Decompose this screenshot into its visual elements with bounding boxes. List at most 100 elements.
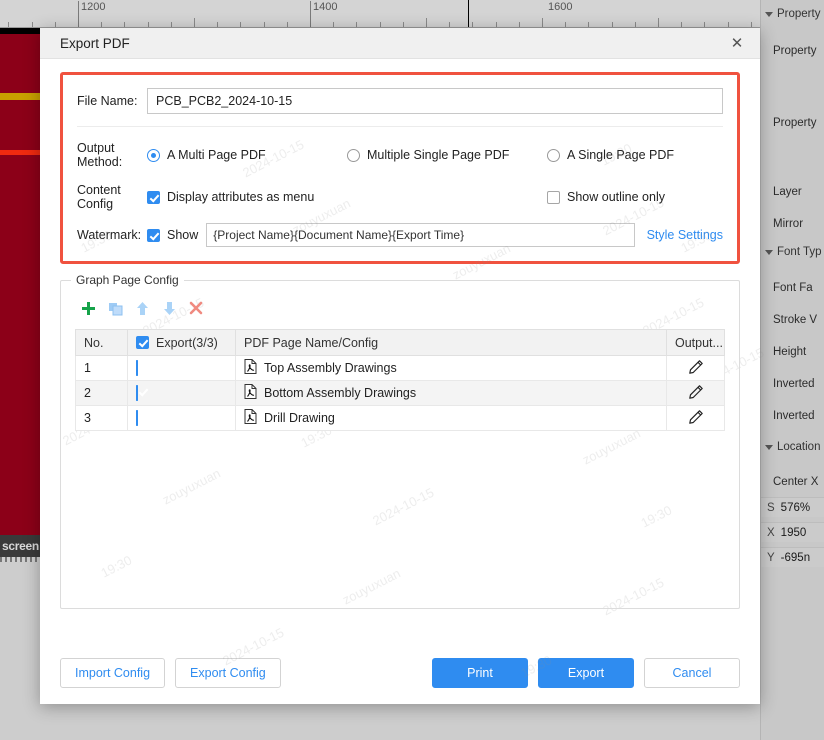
cell-output[interactable] — [666, 355, 725, 381]
dialog-title-bar: Export PDF ✕ — [40, 28, 760, 59]
ruler-tick — [635, 22, 636, 27]
export-button[interactable]: Export — [538, 658, 634, 688]
ruler-tick — [356, 22, 357, 27]
sidebar-field-y[interactable]: Y -695n — [761, 547, 824, 567]
print-button[interactable]: Print — [432, 658, 528, 688]
checkbox-export-row[interactable] — [136, 385, 138, 401]
sidebar-group-label: Property — [777, 8, 821, 20]
move-down-icon[interactable] — [160, 299, 178, 317]
cell-no: 3 — [75, 405, 128, 431]
move-up-icon[interactable] — [133, 299, 151, 317]
table-row[interactable]: 3 Drill Drawing — [75, 405, 725, 431]
ruler-tick — [171, 22, 172, 27]
ruler-tick — [101, 22, 102, 27]
graph-page-config-section: Graph Page Config No. Export(3/3) PDF Pa… — [60, 273, 740, 609]
sidebar-property-label: Center X — [773, 476, 819, 488]
ruler-tick — [681, 22, 682, 27]
sidebar-field-key: X — [767, 526, 775, 539]
property-sidebar[interactable]: Property Font Typ Location Property Property… — [760, 0, 824, 740]
cell-export[interactable] — [127, 355, 236, 381]
ruler-tick — [472, 22, 473, 27]
screen-status-text: screen — [2, 539, 39, 553]
close-icon[interactable]: ✕ — [720, 29, 754, 57]
sidebar-group-location[interactable]: Location — [761, 437, 824, 457]
ruler-label: 1400 — [313, 1, 338, 13]
sidebar-field-x[interactable]: X 1950 — [761, 522, 824, 542]
sidebar-group-property[interactable]: Property — [761, 4, 824, 24]
checkbox-display-attributes-as-menu[interactable]: Display attributes as menu — [147, 190, 547, 204]
edit-pencil-icon[interactable] — [688, 359, 704, 378]
import-config-button[interactable]: Import Config — [60, 658, 166, 688]
column-header-export: Export(3/3) — [127, 329, 236, 356]
chevron-down-icon — [765, 444, 773, 450]
horizontal-ruler[interactable]: 1200140016001800200022002400 — [0, 0, 760, 28]
cell-export[interactable] — [127, 405, 236, 431]
cell-export[interactable] — [127, 380, 236, 406]
graph-page-config-legend: Graph Page Config — [71, 273, 184, 287]
cancel-button[interactable]: Cancel — [644, 658, 740, 688]
sidebar-property-label: Property — [773, 117, 817, 129]
delete-icon[interactable] — [187, 299, 205, 317]
ruler-major-tick — [78, 1, 79, 27]
sidebar-field-key: S — [767, 501, 775, 514]
file-name-input[interactable] — [147, 88, 723, 114]
ruler-tick — [704, 22, 705, 27]
sidebar-field-key: Y — [767, 551, 775, 564]
ruler-tick — [565, 22, 566, 27]
sidebar-property-label: Font Fa — [773, 282, 813, 294]
edit-pencil-icon[interactable] — [688, 384, 704, 403]
radio-single-page-pdf[interactable]: A Single Page PDF — [547, 148, 727, 162]
sidebar-group-label: Location — [777, 441, 821, 453]
pdf-icon — [244, 384, 257, 402]
output-method-label: Output Method: — [77, 141, 147, 169]
graph-page-config-toolbar — [75, 295, 725, 321]
add-icon[interactable] — [79, 299, 97, 317]
page-name-text: Bottom Assembly Drawings — [264, 386, 417, 400]
cell-output[interactable] — [666, 405, 725, 431]
checkbox-export-row[interactable] — [136, 410, 138, 426]
radio-multi-page-pdf-label: A Multi Page PDF — [167, 148, 266, 162]
edit-pencil-icon[interactable] — [688, 409, 704, 428]
checkbox-show-outline-only[interactable]: Show outline only — [547, 190, 665, 204]
checkbox-export-all[interactable] — [136, 336, 149, 349]
checkbox-watermark-show-label: Show — [167, 228, 199, 242]
output-method-label-line1: Output — [77, 141, 115, 155]
sidebar-field-s[interactable]: S 576% — [761, 497, 824, 517]
cell-output[interactable] — [666, 380, 725, 406]
sidebar-field-value: 576% — [780, 501, 811, 514]
watermark-input[interactable] — [206, 223, 635, 247]
export-config-button[interactable]: Export Config — [175, 658, 281, 688]
checkbox-show-outline-only-label: Show outline only — [567, 190, 665, 204]
ruler-tick — [426, 18, 427, 27]
output-method-label-line2: Method: — [77, 155, 123, 169]
sidebar-property-label: Inverted — [773, 378, 815, 390]
output-method-row: Output Method: A Multi Page PDF Multiple… — [77, 141, 723, 169]
chevron-down-icon — [765, 249, 773, 255]
table-row[interactable]: 2 Bottom Assembly Drawings — [75, 380, 725, 406]
sidebar-property-label: Mirror — [773, 218, 804, 230]
ruler-tick — [124, 22, 125, 27]
content-config-label: Content Config — [77, 183, 147, 211]
content-config-row: Content Config Display attributes as men… — [77, 183, 723, 211]
radio-multi-page-pdf-indicator — [147, 148, 160, 162]
style-settings-link[interactable]: Style Settings — [647, 228, 723, 242]
radio-multiple-single-page-pdf[interactable]: Multiple Single Page PDF — [347, 148, 547, 162]
radio-multi-page-pdf[interactable]: A Multi Page PDF — [147, 148, 347, 162]
checkbox-display-attributes-as-menu-label: Display attributes as menu — [167, 190, 315, 204]
sidebar-group-font-typ[interactable]: Font Typ — [761, 242, 824, 262]
radio-single-page-pdf-label: A Single Page PDF — [567, 148, 675, 162]
cell-page-name: Top Assembly Drawings — [235, 355, 667, 381]
copy-icon[interactable] — [106, 299, 124, 317]
sidebar-property-label: Layer — [773, 186, 802, 198]
ruler-tick — [287, 22, 288, 27]
checkbox-watermark-show[interactable]: Show — [147, 228, 198, 242]
checkbox-export-row[interactable] — [136, 360, 138, 376]
ruler-tick — [32, 22, 33, 27]
table-row[interactable]: 1 Top Assembly Drawings — [75, 355, 725, 381]
cell-no: 1 — [75, 355, 128, 381]
ruler-tick — [588, 22, 589, 27]
ruler-tick — [449, 22, 450, 27]
ruler-label: 1600 — [548, 1, 573, 13]
sidebar-property-label: Property — [773, 45, 817, 57]
watermark-row: Watermark: Show Style Settings — [77, 223, 723, 247]
